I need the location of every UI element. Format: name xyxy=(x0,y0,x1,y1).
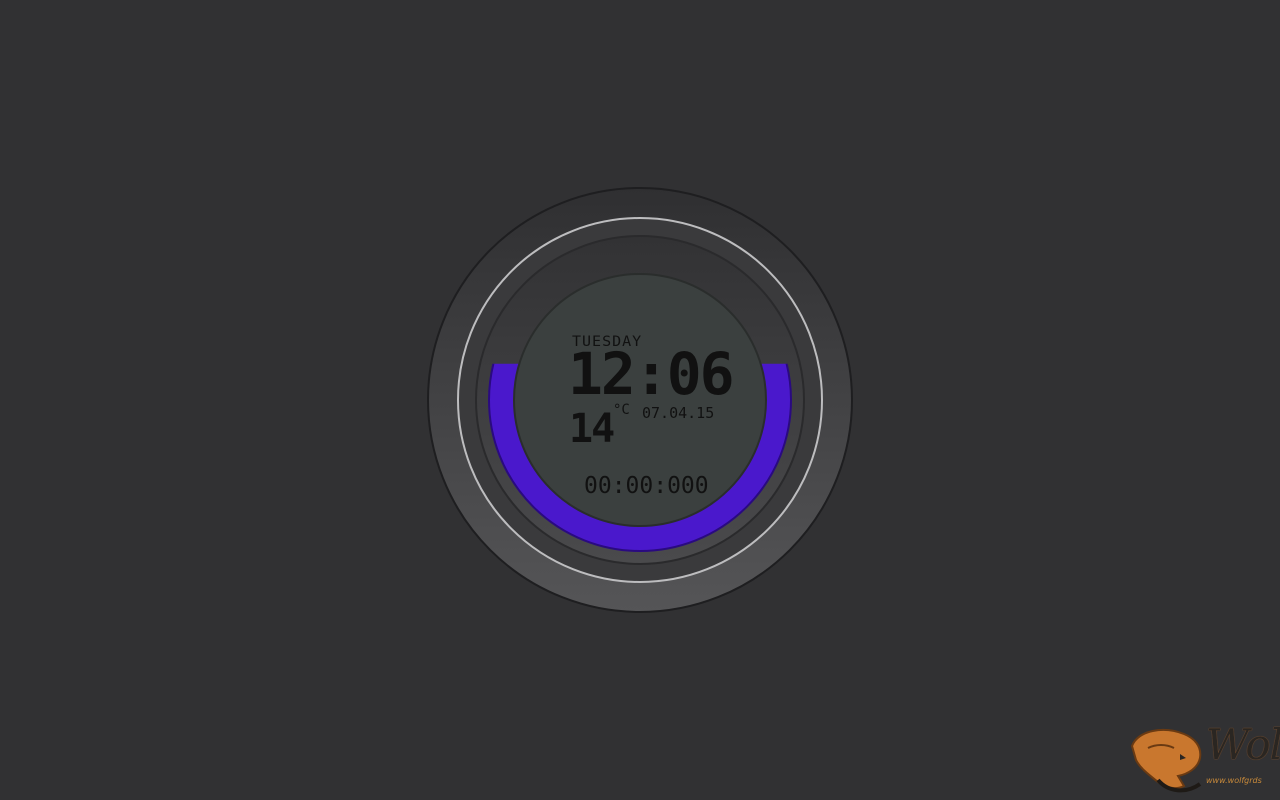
logo-url: www.wolfgrds xyxy=(1206,776,1262,785)
temperature-unit: °C xyxy=(613,402,630,418)
stopwatch-display[interactable]: 00:00:000 xyxy=(584,475,709,498)
logo-word: WolF xyxy=(1206,720,1280,769)
clock-widget[interactable]: TUESDAY 12:06 14 °C 07.04.15 00:00:000 xyxy=(427,187,853,613)
temperature-value: 14 xyxy=(569,406,615,452)
wolf-head-icon xyxy=(1130,729,1202,793)
desktop: TUESDAY 12:06 14 °C 07.04.15 00:00:000 W… xyxy=(0,0,1280,800)
time-display: 12:06 xyxy=(568,340,735,408)
date-display: 07.04.15 xyxy=(642,404,715,422)
wolf-logo: WolF www.wolfgrds xyxy=(1128,724,1280,800)
